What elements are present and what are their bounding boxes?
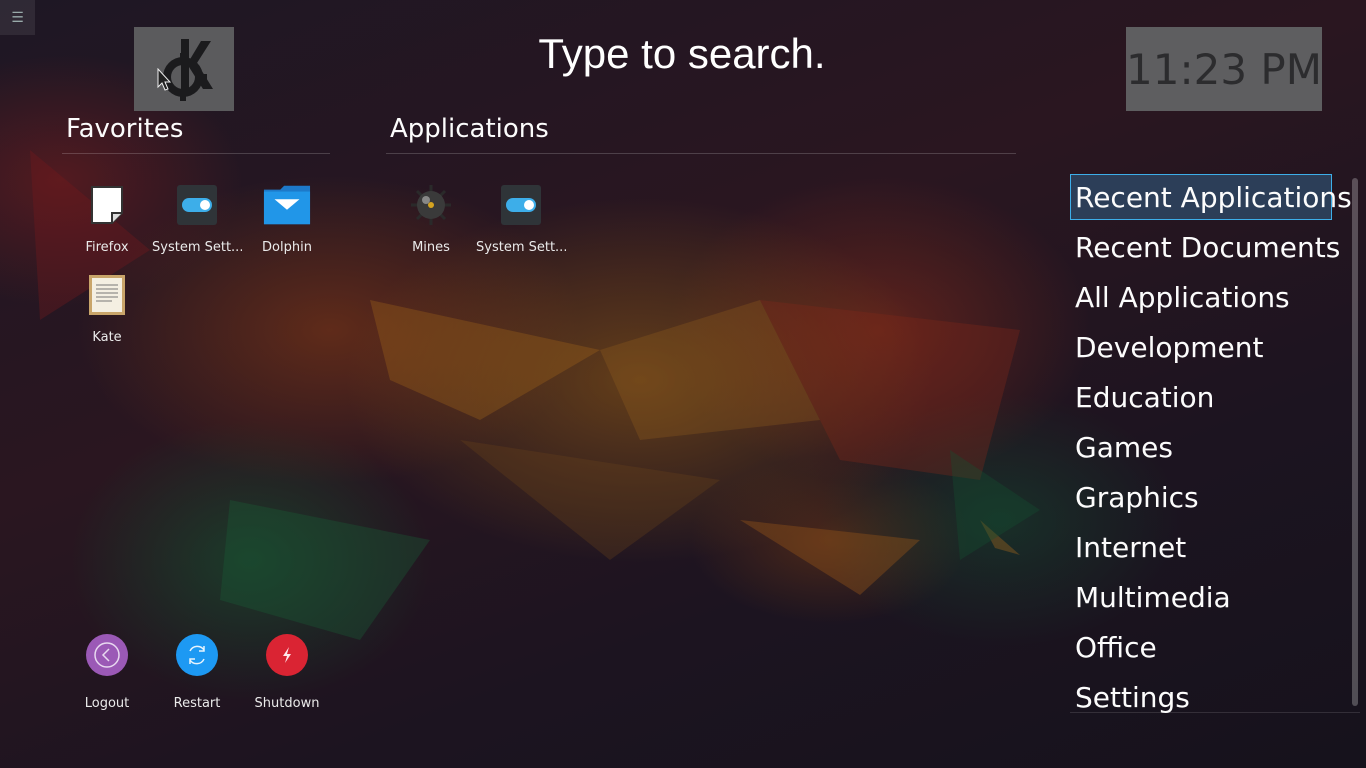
category-education[interactable]: Education xyxy=(1070,374,1332,420)
app-label: System Sett... xyxy=(476,240,566,255)
category-all-applications[interactable]: All Applications xyxy=(1070,274,1332,320)
mouse-cursor-icon xyxy=(157,68,172,91)
applications-divider xyxy=(386,153,1016,154)
app-label: Firefox xyxy=(85,240,129,255)
text-editor-icon xyxy=(83,271,131,319)
shutdown-button[interactable]: Shutdown xyxy=(242,634,332,711)
category-bottom-divider xyxy=(1070,712,1360,713)
clock: 11:23 PM xyxy=(1126,27,1322,111)
category-multimedia[interactable]: Multimedia xyxy=(1070,574,1332,620)
category-scrollbar[interactable] xyxy=(1352,178,1358,706)
category-recent-applications[interactable]: Recent Applications xyxy=(1070,174,1352,220)
restart-label: Restart xyxy=(173,696,221,711)
app-label: Kate xyxy=(92,330,122,345)
hamburger-icon: ☰ xyxy=(11,9,24,26)
category-games[interactable]: Games xyxy=(1070,424,1332,470)
category-graphics[interactable]: Graphics xyxy=(1070,474,1332,520)
search-prompt[interactable]: Type to search. xyxy=(470,30,894,78)
restart-button[interactable]: Restart xyxy=(152,634,242,711)
toggle-switch-icon xyxy=(497,181,545,229)
document-icon xyxy=(83,181,131,229)
category-internet[interactable]: Internet xyxy=(1070,524,1332,570)
favorite-app-system-settings[interactable]: System Sett... xyxy=(152,181,242,255)
app-system-settings[interactable]: System Sett... xyxy=(476,181,566,255)
shutdown-icon xyxy=(266,634,308,676)
category-list: Recent Applications Recent Documents All… xyxy=(1070,174,1352,724)
category-development[interactable]: Development xyxy=(1070,324,1332,370)
app-label: Dolphin xyxy=(262,240,312,255)
favorite-app-dolphin[interactable]: Dolphin xyxy=(242,181,332,255)
mine-icon xyxy=(407,181,455,229)
favorite-app-kate[interactable]: Kate xyxy=(62,271,152,345)
kde-logo[interactable] xyxy=(134,27,234,111)
restart-icon xyxy=(176,634,218,676)
folder-mail-icon xyxy=(263,181,311,229)
toggle-switch-icon xyxy=(173,181,221,229)
logout-label: Logout xyxy=(84,696,130,711)
menu-toggle-button[interactable]: ☰ xyxy=(0,0,35,35)
app-label: Mines xyxy=(412,240,450,255)
app-label: System Sett... xyxy=(152,240,242,255)
category-office[interactable]: Office xyxy=(1070,624,1332,670)
shutdown-label: Shutdown xyxy=(254,696,320,711)
favorite-app-firefox[interactable]: Firefox xyxy=(62,181,152,255)
applications-title: Applications xyxy=(390,114,549,144)
favorites-title: Favorites xyxy=(66,114,184,144)
category-recent-documents[interactable]: Recent Documents xyxy=(1070,224,1340,270)
app-mines[interactable]: Mines xyxy=(386,181,476,255)
logout-icon xyxy=(86,634,128,676)
favorites-divider xyxy=(62,153,330,154)
category-settings[interactable]: Settings xyxy=(1070,674,1332,720)
logout-button[interactable]: Logout xyxy=(62,634,152,711)
